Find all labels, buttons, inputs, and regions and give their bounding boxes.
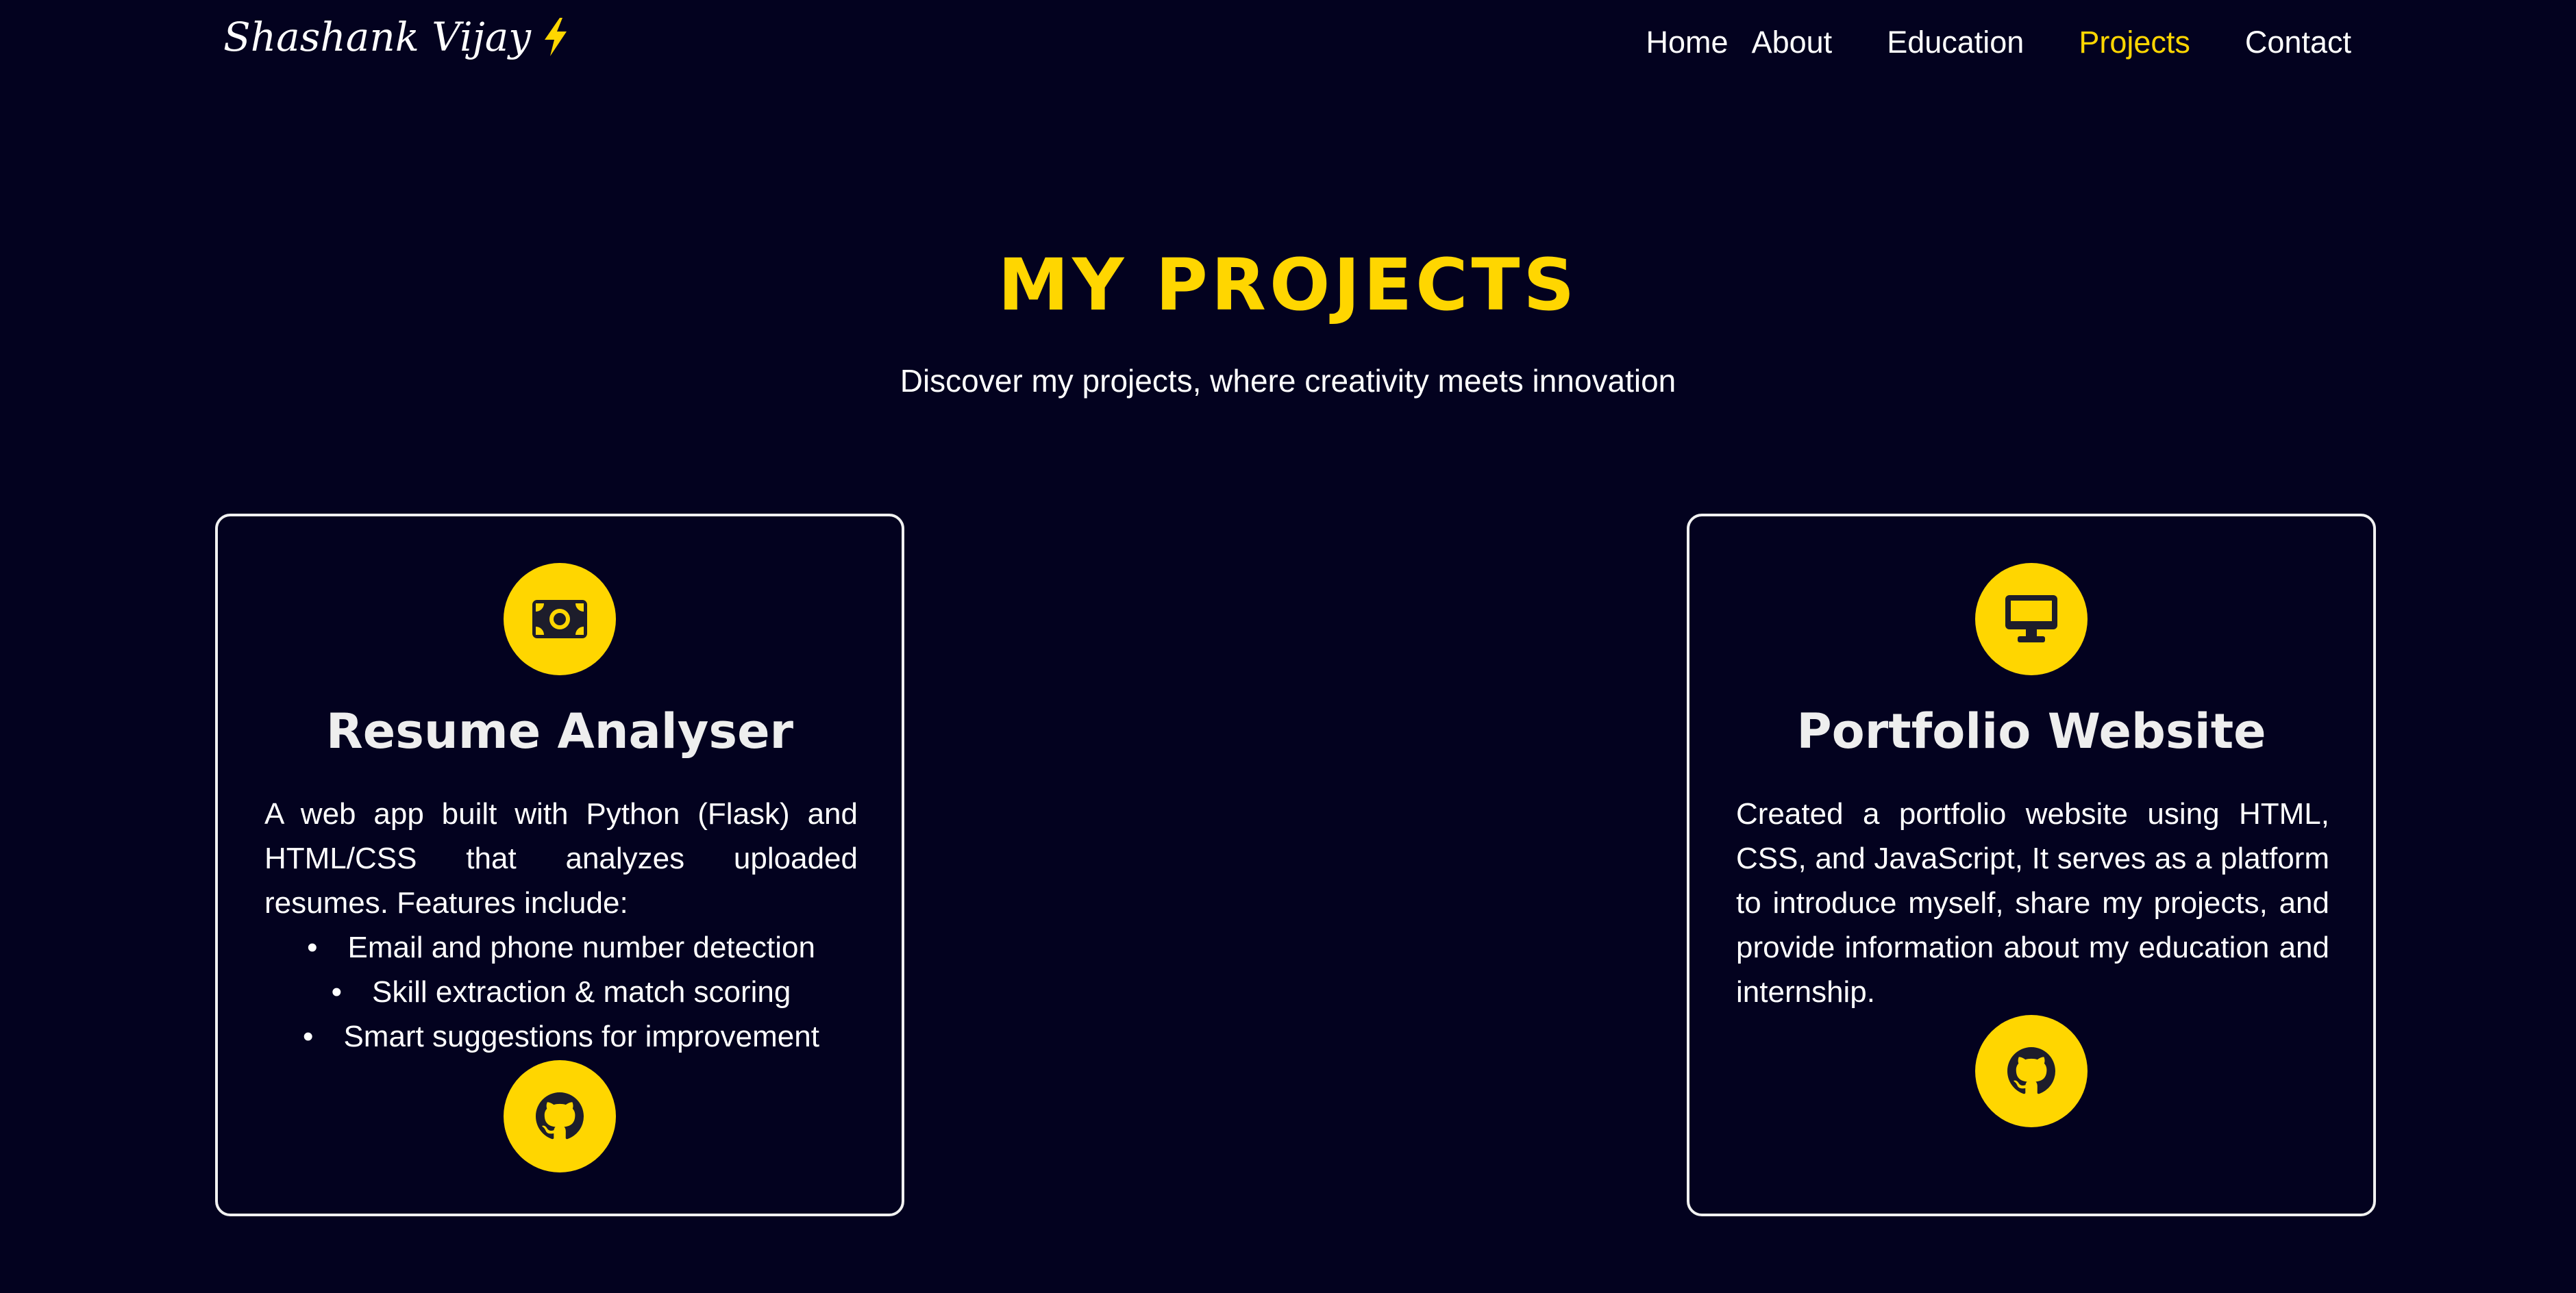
nav-contact-link[interactable]: Contact: [2245, 21, 2351, 64]
project-card-portfolio-website: Portfolio Website Created a portfolio we…: [1687, 514, 2376, 1216]
nav-projects-link[interactable]: Projects: [2079, 21, 2190, 64]
nav-home-link[interactable]: Home: [1646, 21, 1729, 64]
feature-item: Skill extraction & match scoring: [264, 970, 858, 1014]
github-icon: [2007, 1047, 2055, 1094]
lightning-bolt-icon: [541, 16, 571, 58]
github-link-button[interactable]: [1975, 1015, 2088, 1127]
main-nav: Home About Education Projects Contact: [1646, 21, 2351, 64]
github-link-button[interactable]: [504, 1060, 616, 1172]
section-title: MY PROJECTS: [998, 243, 1578, 327]
feature-item: Email and phone number detection: [264, 925, 858, 970]
feature-item: Smart suggestions for improvement: [264, 1014, 858, 1059]
project-description: Created a portfolio website using HTML, …: [1736, 797, 2329, 1009]
project-card-resume-analyser: Resume Analyser A web app built with Pyt…: [215, 514, 904, 1216]
nav-education-link[interactable]: Education: [1887, 21, 2024, 64]
project-description: A web app built with Python (Flask) and …: [264, 797, 858, 920]
logo-text: Shashank Vijay: [223, 14, 532, 60]
desktop-monitor-icon: [1975, 563, 2088, 675]
feature-list: Email and phone number detection Skill e…: [264, 925, 858, 1059]
section-subtitle: Discover my projects, where creativity m…: [900, 363, 1676, 399]
site-logo[interactable]: Shashank Vijay: [223, 10, 571, 64]
project-title: Resume Analyser: [325, 703, 794, 760]
money-bill-icon: [504, 563, 616, 675]
project-title: Portfolio Website: [1796, 703, 2266, 760]
nav-about-link[interactable]: About: [1752, 21, 1833, 64]
github-icon: [536, 1092, 584, 1140]
